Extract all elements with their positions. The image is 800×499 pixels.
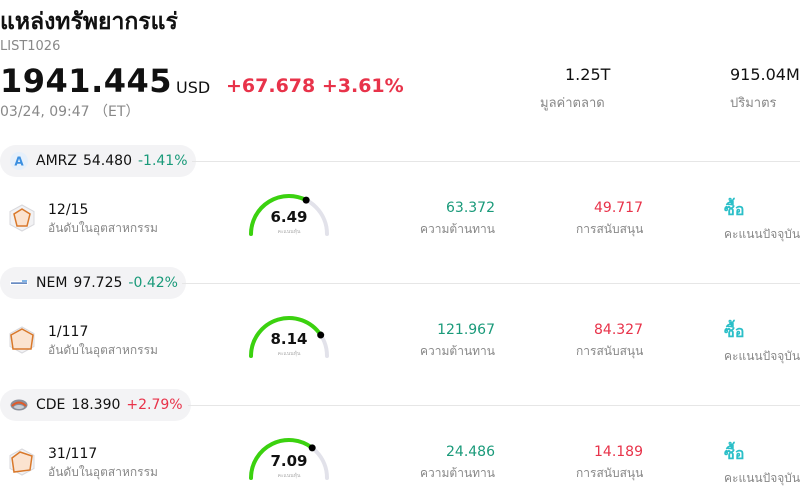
current-score-label: คะแนนปัจจุบัน <box>724 227 800 241</box>
cde-logo-icon <box>10 396 28 414</box>
buy-rating[interactable]: ซื้อ <box>724 442 744 467</box>
stock-price: 54.480 <box>82 153 132 169</box>
support-label: การสนับสนุน <box>576 344 644 358</box>
resistance-label: ความต้านทาน <box>420 222 495 236</box>
buy-rating[interactable]: ซื้อ <box>724 198 744 223</box>
stock-price: 18.390 <box>71 397 121 413</box>
support-label: การสนับสนุน <box>576 466 644 480</box>
resistance-value: 121.967 <box>437 322 495 338</box>
industry-rank-label: อันดับในอุตสาหกรรม <box>48 221 158 235</box>
divider <box>192 161 800 162</box>
resistance-value: 63.372 <box>446 200 495 216</box>
stock-symbol: AMRZ <box>36 153 77 169</box>
support-value: 84.327 <box>594 322 643 338</box>
volume-label: ปริมาตร <box>730 96 777 111</box>
amrz-logo-icon: A <box>10 152 28 170</box>
market-cap-value: 1.25T <box>565 65 611 84</box>
current-score-label: คะแนนปัจจุบัน <box>724 349 800 363</box>
timestamp: 03/24, 09:47 （ET） <box>0 104 140 120</box>
index-price: 1941.445 <box>0 62 173 100</box>
stock-score-value: 7.09 <box>270 452 308 470</box>
svg-text:A: A <box>14 155 24 169</box>
currency-label: USD <box>176 78 211 97</box>
stock-header-amrz[interactable]: A AMRZ 54.480 -1.41% <box>0 145 196 177</box>
industry-rank-label: อันดับในอุตสาหกรรม <box>48 343 158 357</box>
list-code: LIST1026 <box>0 39 61 54</box>
industry-rank-label: อันดับในอุตสาหกรรม <box>48 465 158 479</box>
support-label: การสนับสนุน <box>576 222 644 236</box>
resistance-label: ความต้านทาน <box>420 466 495 480</box>
industry-rank-icon <box>9 326 35 354</box>
stock-score-label: คะแนนหุ้น <box>277 473 301 479</box>
stock-symbol: NEM <box>36 275 68 291</box>
price-change: +67.678 +3.61% <box>226 75 404 97</box>
volume-value: 915.04M <box>730 65 800 84</box>
industry-rank-icon <box>9 204 35 232</box>
stock-score-value: 8.14 <box>270 330 308 348</box>
buy-rating[interactable]: ซื้อ <box>724 320 744 345</box>
stock-header-nem[interactable]: NEM 97.725 -0.42% <box>0 267 186 299</box>
resistance-value: 24.486 <box>446 444 495 460</box>
industry-rank: 12/15 <box>48 202 89 218</box>
stock-price: 97.725 <box>73 275 123 291</box>
stock-score-label: คะแนนหุ้น <box>277 351 301 357</box>
nem-logo-icon <box>10 274 28 292</box>
market-cap-label: มูลค่าตลาด <box>540 96 605 111</box>
stock-score-label: คะแนนหุ้น <box>277 229 301 235</box>
stock-change-pct: +2.79% <box>126 397 183 413</box>
resistance-label: ความต้านทาน <box>420 344 495 358</box>
stock-change-pct: -1.41% <box>137 153 188 169</box>
support-value: 49.717 <box>594 200 643 216</box>
industry-rank: 1/117 <box>48 324 89 340</box>
divider <box>188 405 800 406</box>
stock-change-pct: -0.42% <box>128 275 178 291</box>
page-title: แหล่งทรัพยากรแร่ <box>0 9 178 35</box>
industry-rank: 31/117 <box>48 446 98 462</box>
support-value: 14.189 <box>594 444 643 460</box>
current-score-label: คะแนนปัจจุบัน <box>724 471 800 485</box>
divider <box>182 283 800 284</box>
stock-score-value: 6.49 <box>270 208 308 226</box>
industry-rank-icon <box>9 448 35 476</box>
stock-header-cde[interactable]: CDE 18.390 +2.79% <box>0 389 191 421</box>
stock-symbol: CDE <box>36 397 66 413</box>
